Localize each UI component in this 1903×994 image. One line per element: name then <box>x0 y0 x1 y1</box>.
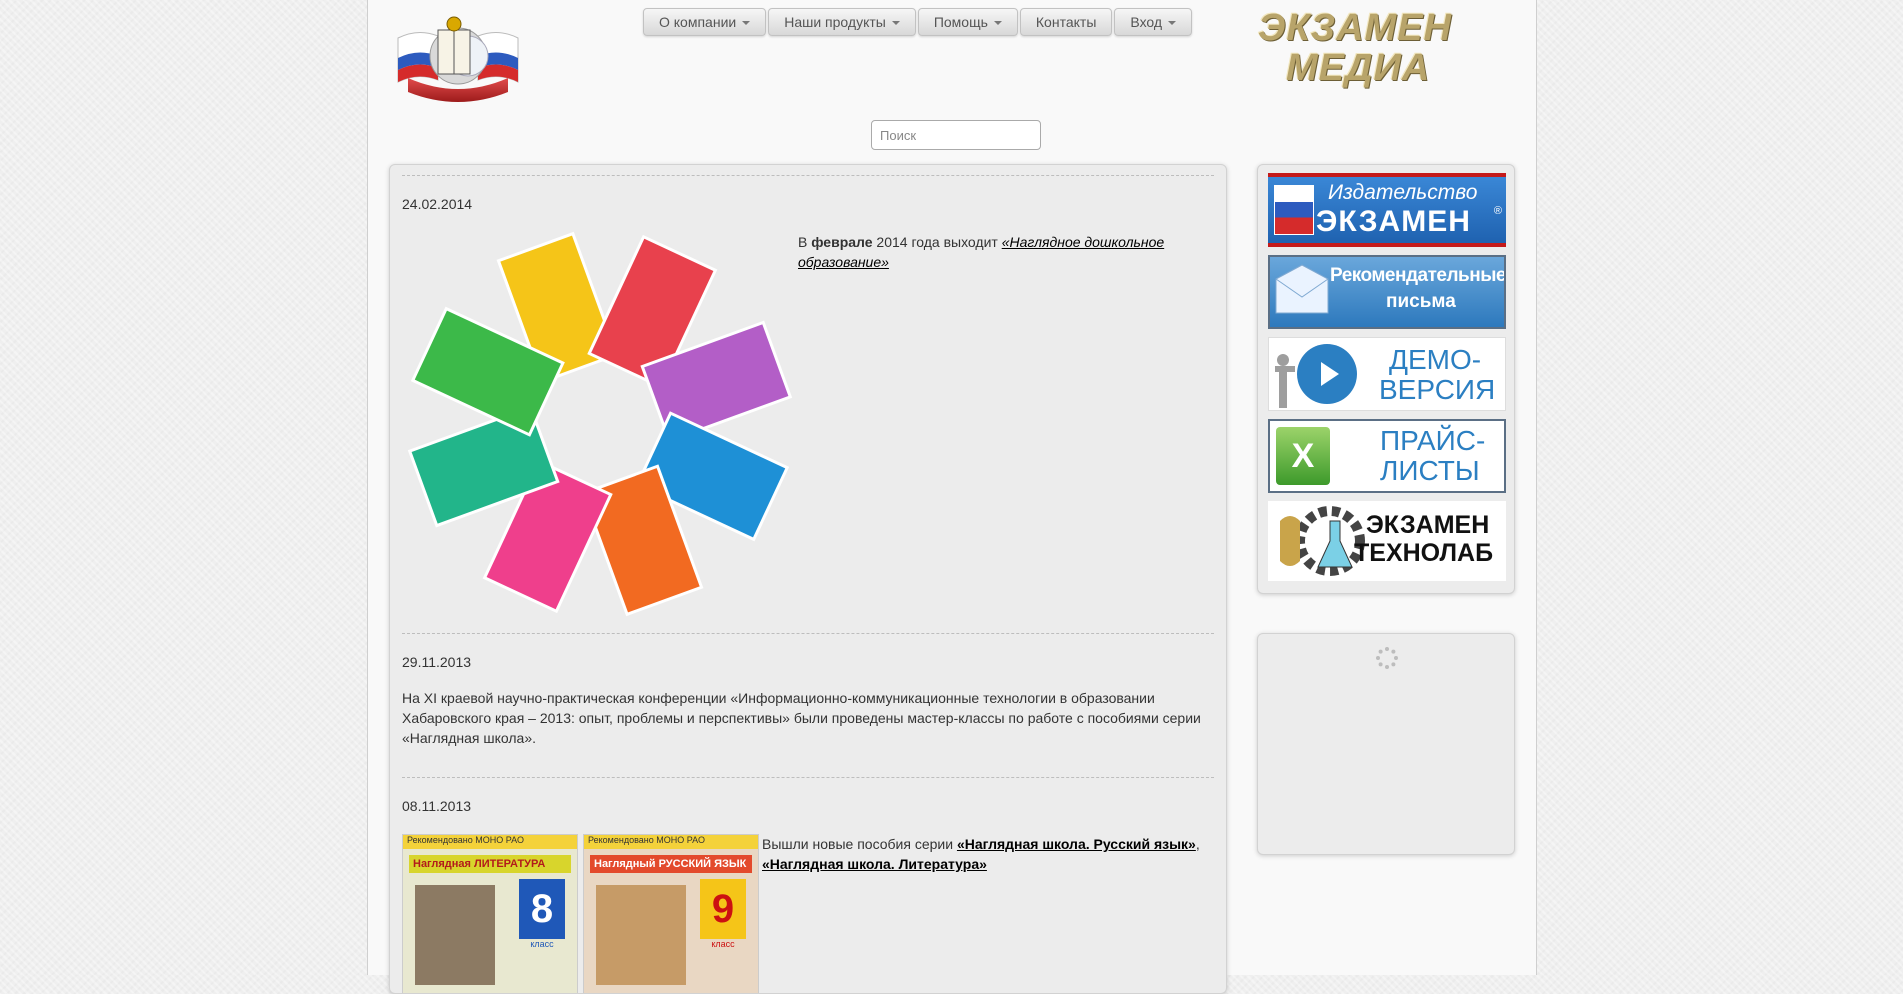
news-date: 24.02.2014 <box>402 196 473 212</box>
banner-line2: ЭКЗАМЕН <box>1316 205 1471 238</box>
banner-line1: ДЕМО- <box>1389 344 1482 375</box>
news-text-part: , <box>1195 836 1200 852</box>
news-date: 08.11.2013 <box>402 798 472 814</box>
nav-item-help[interactable]: Помощь <box>917 8 1018 36</box>
product-boxes-image[interactable] <box>402 226 798 622</box>
nav-item-company[interactable]: О компании <box>643 8 767 36</box>
nav-item-products[interactable]: Наши продукты <box>768 8 916 36</box>
nav-item-label: Вход <box>1130 14 1163 30</box>
news-text: На XI краевой научно-практическая конфер… <box>402 690 1201 746</box>
sidebar-widget <box>1257 633 1515 855</box>
cover-grade-label: класс <box>711 939 735 949</box>
page-container: О компании Наши продукты Помощь Контакты… <box>367 0 1537 994</box>
book-cover-literature[interactable]: Рекомендовано МОНО РАО Наглядная ЛИТЕРАТ… <box>402 834 578 993</box>
chevron-down-icon <box>742 21 751 25</box>
banner-line1: Рекомендательные <box>1330 265 1506 286</box>
banner-line2: ТЕХНОЛАБ <box>1354 539 1494 567</box>
news-text-part: 2014 года выходит <box>872 234 1002 250</box>
banner-exam-technolab[interactable]: ЭКЗАМЕН ТЕХНОЛАБ <box>1268 501 1506 581</box>
envelope-icon <box>1275 264 1329 314</box>
excel-icon: X <box>1276 427 1330 485</box>
nav-item-label: О компании <box>659 14 737 30</box>
nav-item-label: Наши продукты <box>784 14 886 30</box>
cover-title: Наглядная ЛИТЕРАТУРА <box>409 855 571 873</box>
news-item: 08.11.2013 Рекомендовано МОНО РАО Нагляд… <box>402 777 1214 993</box>
cover-grade: 9 <box>700 879 746 939</box>
news-date: 29.11.2013 <box>402 654 472 670</box>
news-link[interactable]: «Наглядная школа. Литература» <box>762 856 987 872</box>
cover-badge: Рекомендовано МОНО РАО <box>403 835 577 849</box>
cover-title: Наглядный РУССКИЙ ЯЗЫК <box>590 855 752 873</box>
banner-publisher-exam[interactable]: Издательство ЭКЗАМЕН ® <box>1268 173 1506 247</box>
russia-flag-emblem-icon <box>1274 185 1314 235</box>
news-text-part: Вышли новые пособия серии <box>762 836 957 852</box>
banner-line1: Издательство <box>1328 181 1478 204</box>
news-text-part: В <box>798 234 812 250</box>
news-item: 24.02.2014 В феврале 2014 года выходит «… <box>402 175 1214 633</box>
news-text: В феврале 2014 года выходит «Наглядное д… <box>798 232 1198 272</box>
banner-line1: ПРАЙС- <box>1380 425 1486 456</box>
nav-item-login[interactable]: Вход <box>1114 8 1193 36</box>
nav-item-label: Контакты <box>1035 14 1097 30</box>
brand-line1: ЭКЗАМЕН <box>1258 7 1452 49</box>
nav-item-label: Помощь <box>933 14 988 30</box>
banner-price-lists[interactable]: X ПРАЙС- ЛИСТЫ <box>1268 419 1506 493</box>
chevron-down-icon <box>1168 21 1177 25</box>
chevron-down-icon <box>993 21 1002 25</box>
cover-badge: Рекомендовано МОНО РАО <box>584 835 758 849</box>
play-presentation-icon <box>1275 344 1357 408</box>
loading-spinner-icon <box>1376 647 1398 669</box>
registered-mark: ® <box>1493 205 1502 217</box>
sidebar-banners: Издательство ЭКЗАМЕН ® Рекомендательные … <box>1257 164 1515 594</box>
brand-line2: МЕДИА <box>1286 47 1431 89</box>
book-cover-russian[interactable]: Рекомендовано МОНО РАО Наглядный РУССКИЙ… <box>583 834 759 993</box>
news-panel: 24.02.2014 В феврале 2014 года выходит «… <box>389 164 1227 994</box>
main-nav: О компании Наши продукты Помощь Контакты… <box>643 8 1193 36</box>
banner-line2: ВЕРСИЯ <box>1379 374 1496 405</box>
banner-line2: письма <box>1386 291 1456 312</box>
banner-demo-version[interactable]: ДЕМО- ВЕРСИЯ <box>1268 337 1506 411</box>
banner-recommendation-letters[interactable]: Рекомендательные письма <box>1268 255 1506 329</box>
nav-item-contacts[interactable]: Контакты <box>1019 8 1113 36</box>
site-logo-crest-icon[interactable] <box>388 8 528 108</box>
news-text-bold: феврале <box>811 234 873 250</box>
search-input[interactable] <box>871 120 1041 150</box>
cover-grade-label: класс <box>530 939 554 949</box>
chevron-down-icon <box>891 21 900 25</box>
news-link[interactable]: «Наглядная школа. Русский язык» <box>957 836 1196 852</box>
banner-line1: ЭКЗАМЕН <box>1366 511 1490 539</box>
banner-line2: ЛИСТЫ <box>1380 455 1480 486</box>
news-text: Вышли новые пособия серии «Наглядная шко… <box>762 834 1202 874</box>
news-item: 29.11.2013 На XI краевой научно-практиче… <box>402 633 1214 777</box>
cover-grade: 8 <box>519 879 565 939</box>
brand-logo[interactable]: ЭКЗАМЕН МЕДИА <box>1258 8 1488 88</box>
